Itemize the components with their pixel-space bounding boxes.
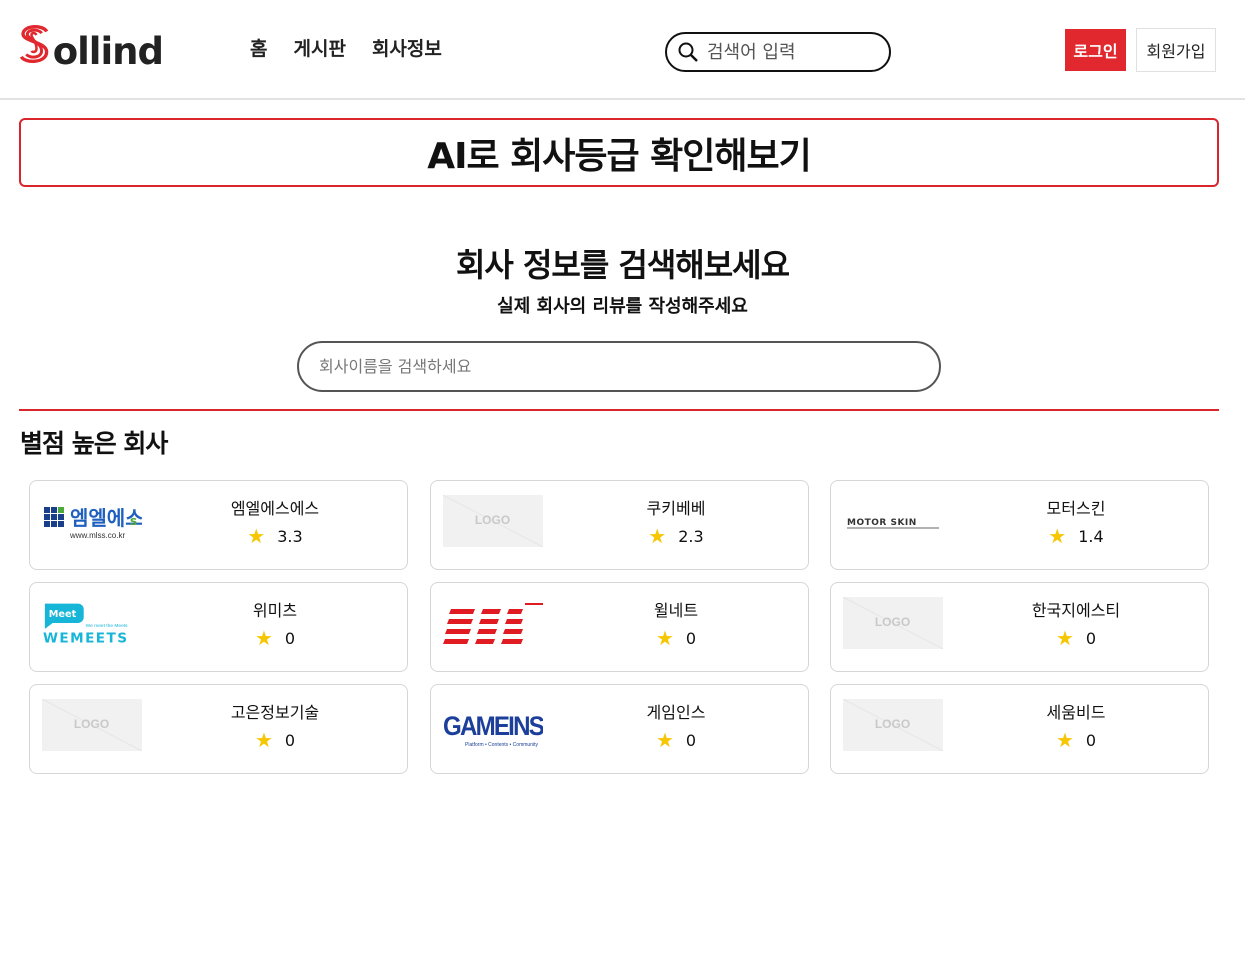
- company-name: 위미츠: [252, 601, 298, 620]
- nav-item-company-info[interactable]: 회사정보: [372, 34, 442, 61]
- star-icon: ★: [655, 626, 674, 650]
- main-nav: 홈 게시판 회사정보: [250, 34, 442, 61]
- company-card[interactable]: 엠엘에스 s www.mlss.co.kr 엠엘에스에스 ★ 3.3: [29, 480, 408, 570]
- site-header: ollind 홈 게시판 회사정보 로그인 회원가입: [0, 0, 1245, 100]
- rating-value: 3.3: [277, 526, 303, 546]
- company-card[interactable]: LOGO 한국지에스티 ★ 0: [830, 582, 1209, 672]
- header-search-box: [665, 32, 891, 72]
- company-rating: ★ 2.3: [561, 526, 791, 546]
- search-icon[interactable]: [677, 41, 699, 63]
- company-logo-wemeets: Meet We meet the Meets WEMEETS: [41, 597, 142, 649]
- company-rating: ★ 0: [961, 730, 1191, 750]
- company-card[interactable]: 윌네트 ★ 0: [430, 582, 809, 672]
- rating-value: 0: [1085, 730, 1097, 750]
- company-name: 한국지에스티: [1031, 601, 1121, 620]
- logo-placeholder-icon: LOGO: [442, 495, 543, 547]
- gameins-logo-icon: GAMEINS Platform • Contents • Community: [443, 711, 543, 748]
- star-icon: ★: [1055, 626, 1074, 650]
- nav-item-board[interactable]: 게시판: [293, 34, 345, 61]
- section-title: 별점 높은 회사: [20, 429, 168, 458]
- svg-text:WEMEETS: WEMEETS: [43, 630, 129, 646]
- svg-text:MOTOR SKIN: MOTOR SKIN: [847, 518, 917, 528]
- company-rating: ★ 0: [561, 628, 791, 648]
- rating-value: 0: [1085, 628, 1097, 648]
- company-card[interactable]: MOTOR SKIN 모터스킨 ★ 1.4: [830, 480, 1209, 570]
- company-rating: ★ 1.4: [961, 526, 1191, 546]
- company-name: 쿠키베베: [646, 499, 706, 518]
- company-logo-placeholder: LOGO: [41, 699, 142, 751]
- star-icon: ★: [247, 524, 266, 548]
- svg-text:Platform • Contents • Communit: Platform • Contents • Community: [465, 742, 538, 748]
- sollind-s-mark-icon: [19, 24, 49, 63]
- svg-text:Meet: Meet: [49, 609, 77, 620]
- rating-value: 0: [284, 628, 296, 648]
- rating-value: 0: [685, 628, 697, 648]
- section-divider: [19, 409, 1219, 411]
- company-search-box: [297, 341, 941, 392]
- company-logo-mlss: 엠엘에스 s www.mlss.co.kr: [41, 495, 142, 547]
- hero-title: 회사 정보를 검색해보세요: [455, 246, 790, 284]
- company-name: 엠엘에스에스: [230, 499, 320, 518]
- rating-value: 0: [685, 730, 697, 750]
- motorskin-logo-icon: MOTOR SKIN: [846, 518, 939, 529]
- company-name: 윌네트: [653, 601, 699, 620]
- rating-value: 1.4: [1078, 526, 1104, 546]
- login-button[interactable]: 로그인: [1065, 29, 1126, 71]
- signup-button[interactable]: 회원가입: [1136, 28, 1216, 72]
- company-card[interactable]: LOGO 고은정보기술 ★ 0: [29, 684, 408, 774]
- logo-wordmark: ollind: [52, 29, 164, 73]
- company-rating: ★ 0: [160, 628, 390, 648]
- company-name: 게임인스: [646, 703, 706, 722]
- company-logo-placeholder: LOGO: [842, 699, 943, 751]
- company-name: 고은정보기술: [230, 703, 320, 722]
- wemeets-logo-icon: Meet We meet the Meets WEMEETS: [43, 603, 129, 646]
- logo-placeholder-icon: LOGO: [842, 699, 943, 751]
- star-icon: ★: [1048, 524, 1067, 548]
- company-rating: ★ 0: [561, 730, 791, 750]
- star-icon: ★: [648, 524, 667, 548]
- logo-placeholder-icon: LOGO: [842, 597, 943, 649]
- svg-text:We meet the Meets: We meet the Meets: [86, 623, 128, 629]
- company-search-input[interactable]: [319, 357, 909, 376]
- star-icon: ★: [1055, 728, 1074, 752]
- star-icon: ★: [655, 728, 674, 752]
- svg-text:GAMEINS: GAMEINS: [443, 711, 543, 741]
- company-name: 세움비드: [1046, 703, 1106, 722]
- company-logo-placeholder: LOGO: [442, 495, 543, 547]
- company-rating: ★ 3.3: [160, 526, 390, 546]
- logo-placeholder-icon: LOGO: [41, 699, 142, 751]
- company-logo-motorskin: MOTOR SKIN: [842, 495, 943, 547]
- hero-subtitle: 실제 회사의 리뷰를 작성해주세요: [497, 296, 748, 317]
- nav-item-home[interactable]: 홈: [250, 34, 267, 61]
- willnet-logo-icon: [442, 603, 543, 644]
- company-name: 모터스킨: [1046, 499, 1106, 518]
- company-rating: ★ 0: [160, 730, 390, 750]
- svg-text:www.mlss.co.kr: www.mlss.co.kr: [69, 531, 125, 540]
- ai-grade-banner-text: AI로 회사등급 확인해보기: [427, 135, 812, 177]
- svg-text:s: s: [130, 514, 137, 528]
- company-card[interactable]: Meet We meet the Meets WEMEETS 위미츠 ★ 0: [29, 582, 408, 672]
- rating-value: 0: [284, 730, 296, 750]
- company-card[interactable]: LOGO 쿠키베베 ★ 2.3: [430, 480, 809, 570]
- rating-value: 2.3: [678, 526, 704, 546]
- site-logo[interactable]: ollind: [18, 16, 164, 74]
- company-logo-willnet: [442, 597, 543, 649]
- header-search-input[interactable]: [707, 41, 877, 63]
- company-card[interactable]: LOGO 세움비드 ★ 0: [830, 684, 1209, 774]
- company-logo-placeholder: LOGO: [842, 597, 943, 649]
- ai-grade-banner[interactable]: AI로 회사등급 확인해보기: [19, 118, 1219, 187]
- star-icon: ★: [254, 626, 273, 650]
- company-logo-gameins: GAMEINS Platform • Contents • Community: [442, 699, 543, 751]
- star-icon: ★: [254, 728, 273, 752]
- company-card[interactable]: GAMEINS Platform • Contents • Community …: [430, 684, 809, 774]
- mlss-logo-icon: 엠엘에스 s www.mlss.co.kr: [43, 506, 142, 540]
- company-rating: ★ 0: [961, 628, 1191, 648]
